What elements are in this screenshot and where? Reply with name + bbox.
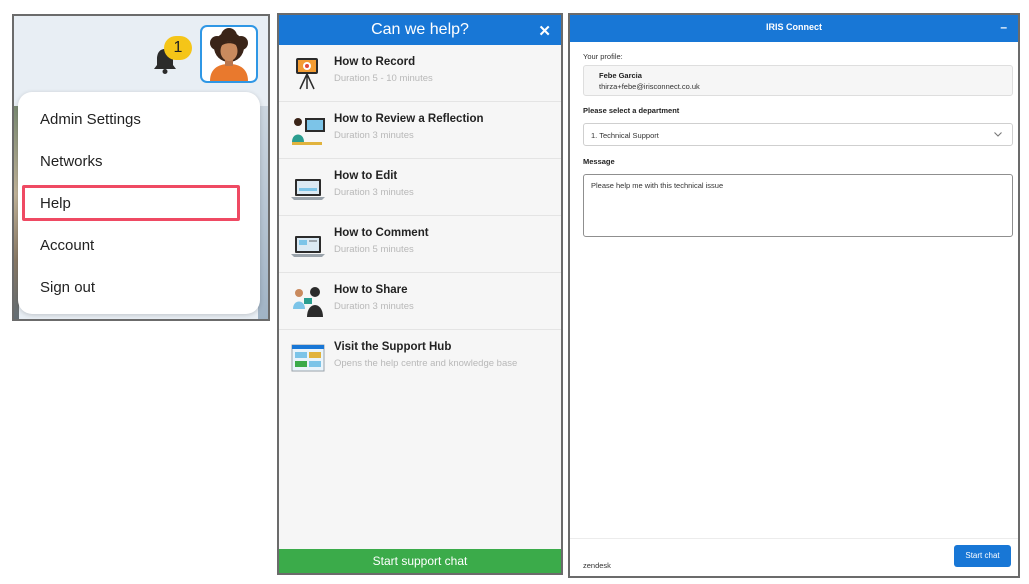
department-label: Please select a department	[583, 106, 680, 115]
help-item-title: How to Record	[334, 56, 416, 68]
help-item-review[interactable]: How to Review a Reflection Duration 3 mi…	[279, 102, 561, 159]
profile-email: thirza+febe@irisconnect.co.uk	[599, 82, 700, 91]
help-panel: Can we help? ✕ How to Record Duration 5 …	[277, 13, 563, 575]
help-item-duration: Duration 5 minutes	[334, 244, 414, 255]
menu-item-account[interactable]: Account	[40, 237, 94, 254]
chat-widget-header: IRIS Connect –	[570, 15, 1018, 42]
support-hub-icon	[291, 344, 325, 372]
help-item-duration: Duration 3 minutes	[334, 301, 414, 312]
help-item-title: How to Edit	[334, 170, 398, 182]
menu-item-sign-out[interactable]: Sign out	[40, 279, 95, 296]
edit-laptop-icon	[291, 179, 325, 200]
department-select[interactable]: 1. Technical Support	[583, 123, 1013, 146]
help-item-title: Visit the Support Hub	[334, 341, 452, 353]
user-portrait-icon	[210, 28, 248, 81]
record-tripod-icon	[296, 58, 318, 90]
chat-widget-footer: zendesk Start chat	[570, 538, 1018, 576]
close-icon[interactable]: ✕	[538, 22, 551, 40]
menu-item-admin-settings[interactable]: Admin Settings	[40, 111, 141, 128]
review-reflection-icon	[292, 118, 325, 145]
account-dropdown-menu: Admin Settings Networks Help Account Sig…	[18, 92, 260, 314]
help-item-duration: Duration 5 - 10 minutes	[334, 73, 433, 84]
help-item-edit[interactable]: How to Edit Duration 3 minutes	[279, 159, 561, 216]
help-panel-title: Can we help?	[371, 21, 469, 38]
profile-name: Febe Garcia	[599, 71, 642, 80]
share-people-icon	[293, 287, 323, 317]
zendesk-logo: zendesk	[583, 561, 611, 570]
help-item-title: How to Review a Reflection	[334, 113, 484, 125]
help-item-record[interactable]: How to Record Duration 5 - 10 minutes	[279, 45, 561, 102]
chat-widget-title: IRIS Connect	[765, 22, 822, 32]
notification-badge: 1	[164, 36, 192, 60]
menu-item-networks[interactable]: Networks	[40, 153, 103, 170]
menu-item-help[interactable]: Help	[40, 195, 71, 212]
help-item-comment[interactable]: How to Comment Duration 5 minutes	[279, 216, 561, 273]
chevron-down-icon	[994, 132, 1002, 137]
avatar[interactable]	[200, 25, 258, 83]
profile-label: Your profile:	[583, 52, 623, 61]
message-label: Message	[583, 157, 615, 166]
account-menu-panel: 1 Admin Settings Networks Help Account S…	[12, 14, 270, 321]
department-selected-value: 1. Technical Support	[591, 131, 659, 140]
comment-laptop-icon	[291, 236, 325, 257]
help-item-title: How to Comment	[334, 227, 429, 239]
help-panel-header: Can we help? ✕	[279, 15, 561, 45]
message-textarea[interactable]: Please help me with this technical issue	[583, 174, 1013, 237]
help-item-description: Opens the help centre and knowledge base	[334, 358, 518, 369]
help-item-duration: Duration 3 minutes	[334, 130, 414, 141]
profile-card: Febe Garcia thirza+febe@irisconnect.co.u…	[583, 65, 1013, 96]
start-support-chat-button[interactable]: Start support chat	[279, 549, 561, 573]
help-item-duration: Duration 3 minutes	[334, 187, 414, 198]
start-chat-button[interactable]: Start chat	[954, 545, 1011, 567]
help-item-title: How to Share	[334, 284, 408, 296]
minimize-icon[interactable]: –	[1000, 20, 1007, 34]
help-item-share[interactable]: How to Share Duration 3 minutes	[279, 273, 561, 330]
help-item-support-hub[interactable]: Visit the Support Hub Opens the help cen…	[279, 330, 561, 387]
chat-widget-panel: IRIS Connect – Your profile: Febe Garcia…	[568, 13, 1020, 578]
